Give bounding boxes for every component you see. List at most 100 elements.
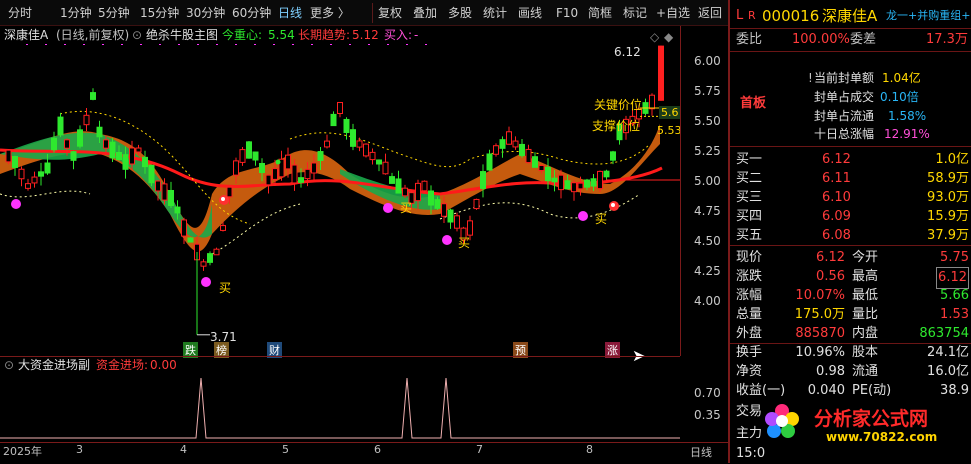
seal-value: 1.58% <box>888 109 927 123</box>
tab-60min[interactable]: 60分钟 <box>232 4 271 22</box>
fund-label: 换手 <box>736 345 763 360</box>
seal-label: 封单占成交 <box>814 90 875 104</box>
bid-label: 买五 <box>736 228 763 243</box>
bid-row[interactable]: 买三 6.10 93.0万 <box>730 188 971 208</box>
mark-button[interactable]: 标记 <box>623 4 647 22</box>
quote-label: 现价 <box>736 250 763 265</box>
settings-icon[interactable]: ⊙ <box>132 26 142 44</box>
weicha-label: 委差 <box>850 32 877 47</box>
seal-label: 当前封单额 <box>814 71 875 85</box>
tab-15min[interactable]: 15分钟 <box>140 4 179 22</box>
trend-label: 长期趋势: <box>298 28 351 42</box>
tab-30min[interactable]: 30分钟 <box>186 4 225 22</box>
time-tick: 2025年 <box>3 445 42 458</box>
stock-name: 深康佳A <box>4 28 49 42</box>
weicha-value: 17.3万 <box>926 32 968 47</box>
limit-up-flag: L <box>736 8 744 23</box>
quote-value: 6.12 <box>816 250 845 265</box>
bid-price: 6.08 <box>822 228 851 243</box>
bid-volume: 37.9万 <box>927 228 969 243</box>
bid-row[interactable]: 买一 6.12 1.0亿 <box>730 150 971 170</box>
buy-signal-label: 买 <box>219 281 232 295</box>
bid-label: 买四 <box>736 209 763 224</box>
time-tick: 7 <box>476 443 483 456</box>
main-force-label[interactable]: 主力 <box>736 424 762 444</box>
support-price-tag: 5.53 <box>657 124 682 137</box>
fund-row: 换手 10.96% 股本 24.1亿 <box>730 343 971 363</box>
stats-button[interactable]: 统计 <box>483 4 507 22</box>
f10-button[interactable]: F10 <box>556 4 578 22</box>
toolbar: 分时 1分钟 5分钟 15分钟 30分钟 60分钟 日线 更多 〉 复权 叠加 … <box>0 0 728 26</box>
tab-5min[interactable]: 5分钟 <box>98 4 130 22</box>
fund-entry-value: 0.00 <box>150 358 177 372</box>
fund-value: 38.9 <box>940 383 969 398</box>
buy-value: - <box>414 28 419 42</box>
buy-signal-label: 买 <box>400 201 413 215</box>
buy-signal-label: 买 <box>595 212 608 226</box>
seal-label: 十日总涨幅 <box>814 127 875 141</box>
sub-axis-tick: 0.70 <box>694 386 721 400</box>
kline-chart[interactable] <box>0 44 680 357</box>
price-tick: 6.00 <box>694 54 721 68</box>
high-price-label: 6.12 <box>614 45 641 59</box>
bid-volume: 58.9万 <box>927 171 969 186</box>
center-value: 5.54 <box>268 28 295 42</box>
quote-panel: L R 000016 深康佳A 龙一+并购重组+ 委比 100.00% 委差 1… <box>728 0 971 463</box>
bid-label: 买二 <box>736 171 763 186</box>
price-tick: 5.50 <box>694 114 721 128</box>
price-tick: 4.75 <box>694 204 721 218</box>
time-tick: 8 <box>586 443 593 456</box>
chart-mode: (日线,前复权) <box>56 28 130 42</box>
tab-daily[interactable]: 日线 <box>278 4 302 22</box>
fuquan-button[interactable]: 复权 <box>378 4 402 22</box>
back-button[interactable]: 返回 <box>698 4 722 22</box>
bid-row[interactable]: 买四 6.09 15.9万 <box>730 207 971 227</box>
tab-fenshi[interactable]: 分时 <box>8 4 32 22</box>
tab-more[interactable]: 更多 〉 <box>310 4 350 22</box>
quote-label: 量比 <box>852 307 879 322</box>
price-tick: 4.50 <box>694 234 721 248</box>
fund-label: 净资 <box>736 364 763 379</box>
concept-tag[interactable]: 龙一+并购重组+ <box>886 6 970 26</box>
sub-indicator-name[interactable]: 大资金进场副 <box>18 357 90 373</box>
period-label[interactable]: 日线 <box>690 444 712 460</box>
support-price-label: 支撑价位 <box>592 119 641 133</box>
fund-entry-label: 资金进场: <box>96 358 149 372</box>
bid-row[interactable]: 买五 6.08 37.9万 <box>730 226 971 246</box>
pin-icon[interactable]: ◆ <box>664 30 673 44</box>
quote-row: 现价 6.12 今开 5.75 <box>730 248 971 268</box>
tab-1min[interactable]: 1分钟 <box>60 4 92 22</box>
fund-value: 24.1亿 <box>927 345 969 360</box>
add-watchlist-button[interactable]: +自选 <box>656 4 690 22</box>
flower-logo <box>764 403 800 439</box>
quote-row: 外盘 885870 内盘 863754 <box>730 324 971 344</box>
quote-value: 175.0万 <box>794 307 845 322</box>
quote-label: 涨跌 <box>736 269 763 284</box>
multi-stock-button[interactable]: 多股 <box>448 4 472 22</box>
settings-icon[interactable]: ⊙ <box>4 357 14 373</box>
time-label: 15:0 <box>736 446 766 461</box>
fund-row: 净资 0.98 流通 16.0亿 <box>730 362 971 382</box>
price-tick: 5.00 <box>694 174 721 188</box>
seal-label: 封单占流通 <box>814 109 875 123</box>
diamond-icon[interactable]: ◇ <box>650 30 659 44</box>
fund-entry-chart <box>0 377 680 439</box>
trade-label[interactable]: 交易 <box>736 402 762 422</box>
overlay-button[interactable]: 叠加 <box>413 4 437 22</box>
indicator-name[interactable]: 绝杀牛股主图 <box>146 26 218 44</box>
draw-button[interactable]: 画线 <box>518 4 542 22</box>
watermark-title: 分析家公式网 <box>814 408 929 430</box>
weibi-value: 100.00% <box>792 32 850 47</box>
bid-row[interactable]: 买二 6.11 58.9万 <box>730 169 971 189</box>
fund-value: 0.98 <box>816 364 845 379</box>
stock-name: 深康佳A <box>822 7 878 25</box>
quote-label: 最低 <box>852 288 879 303</box>
simple-frame-button[interactable]: 简框 <box>588 4 612 22</box>
quote-value: 10.07% <box>795 288 845 303</box>
bid-price: 6.12 <box>822 152 851 167</box>
fund-label: 流通 <box>852 364 879 379</box>
key-price-tag: 5.6 <box>659 106 681 119</box>
time-tick: 6 <box>374 443 381 456</box>
seal-value: 0.10倍 <box>880 90 919 104</box>
fund-value: 10.96% <box>795 345 845 360</box>
